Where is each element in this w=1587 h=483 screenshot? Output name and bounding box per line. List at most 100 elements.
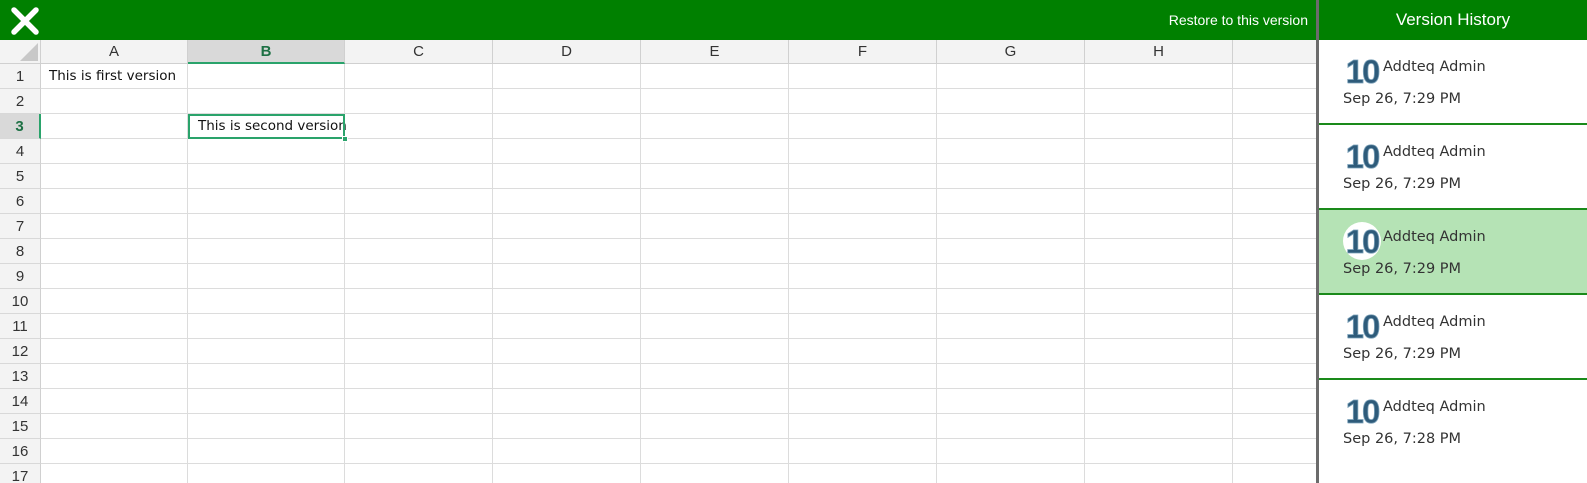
cell-h1[interactable]: [1085, 64, 1233, 89]
row-header-1[interactable]: 1: [0, 64, 41, 89]
cell-c5[interactable]: [345, 164, 493, 189]
column-header-h[interactable]: H: [1085, 40, 1233, 64]
column-header-a[interactable]: A: [41, 40, 188, 64]
cell-f4[interactable]: [789, 139, 937, 164]
cell-a1[interactable]: This is first version: [41, 64, 188, 89]
row-header-11[interactable]: 11: [0, 314, 41, 339]
cell-a7[interactable]: [41, 214, 188, 239]
cell-b15[interactable]: [188, 414, 345, 439]
cell[interactable]: [1233, 314, 1316, 339]
cell[interactable]: [1233, 414, 1316, 439]
cell-a9[interactable]: [41, 264, 188, 289]
cell[interactable]: [1233, 339, 1316, 364]
cell[interactable]: [1233, 64, 1316, 89]
cell-c2[interactable]: [345, 89, 493, 114]
cell-h17[interactable]: [1085, 464, 1233, 483]
cell[interactable]: [1233, 264, 1316, 289]
cell-h3[interactable]: [1085, 114, 1233, 139]
row-header-17[interactable]: 17: [0, 464, 41, 483]
cell-a4[interactable]: [41, 139, 188, 164]
cell-a12[interactable]: [41, 339, 188, 364]
cell-c9[interactable]: [345, 264, 493, 289]
cell-d5[interactable]: [493, 164, 641, 189]
version-item[interactable]: 10 Addteq Admin Sep 26, 7:29 PM: [1319, 125, 1587, 210]
cell-c16[interactable]: [345, 439, 493, 464]
cell-d14[interactable]: [493, 389, 641, 414]
cell-h12[interactable]: [1085, 339, 1233, 364]
row-header-16[interactable]: 16: [0, 439, 41, 464]
cell-b12[interactable]: [188, 339, 345, 364]
cell-b4[interactable]: [188, 139, 345, 164]
cell[interactable]: [1233, 289, 1316, 314]
cell-a11[interactable]: [41, 314, 188, 339]
cell[interactable]: [1233, 114, 1316, 139]
cell-c7[interactable]: [345, 214, 493, 239]
cell-a15[interactable]: [41, 414, 188, 439]
cell-e8[interactable]: [641, 239, 789, 264]
row-header-12[interactable]: 12: [0, 339, 41, 364]
cell-g13[interactable]: [937, 364, 1085, 389]
cell-c6[interactable]: [345, 189, 493, 214]
cell-a13[interactable]: [41, 364, 188, 389]
column-header-f[interactable]: F: [789, 40, 937, 64]
cell[interactable]: [1233, 389, 1316, 414]
cell-h15[interactable]: [1085, 414, 1233, 439]
cell[interactable]: [1233, 464, 1316, 483]
cell-g12[interactable]: [937, 339, 1085, 364]
version-item[interactable]: 10 Addteq Admin Sep 26, 7:29 PM: [1319, 40, 1587, 125]
cell-e4[interactable]: [641, 139, 789, 164]
cell-b9[interactable]: [188, 264, 345, 289]
cell-e15[interactable]: [641, 414, 789, 439]
cell[interactable]: [1233, 89, 1316, 114]
cell-h7[interactable]: [1085, 214, 1233, 239]
row-header-2[interactable]: 2: [0, 89, 41, 114]
cell-d10[interactable]: [493, 289, 641, 314]
cell-g16[interactable]: [937, 439, 1085, 464]
row-header-13[interactable]: 13: [0, 364, 41, 389]
cell-h10[interactable]: [1085, 289, 1233, 314]
cell-b2[interactable]: [188, 89, 345, 114]
cell-g17[interactable]: [937, 464, 1085, 483]
cell-a6[interactable]: [41, 189, 188, 214]
cell-b1[interactable]: [188, 64, 345, 89]
cell-d16[interactable]: [493, 439, 641, 464]
cell-f9[interactable]: [789, 264, 937, 289]
cell[interactable]: [1233, 214, 1316, 239]
cell-h11[interactable]: [1085, 314, 1233, 339]
cell-d8[interactable]: [493, 239, 641, 264]
cell-f15[interactable]: [789, 414, 937, 439]
cell-e2[interactable]: [641, 89, 789, 114]
cell-c12[interactable]: [345, 339, 493, 364]
cell-f1[interactable]: [789, 64, 937, 89]
cell-h9[interactable]: [1085, 264, 1233, 289]
cell-a16[interactable]: [41, 439, 188, 464]
cell-b11[interactable]: [188, 314, 345, 339]
cell-d7[interactable]: [493, 214, 641, 239]
row-header-5[interactable]: 5: [0, 164, 41, 189]
cell-c3[interactable]: [345, 114, 493, 139]
cell-d1[interactable]: [493, 64, 641, 89]
column-header-extra[interactable]: [1233, 40, 1316, 64]
cell-a3[interactable]: [41, 114, 188, 139]
row-header-4[interactable]: 4: [0, 139, 41, 164]
cell-c17[interactable]: [345, 464, 493, 483]
cell-h5[interactable]: [1085, 164, 1233, 189]
cell-d13[interactable]: [493, 364, 641, 389]
cell-f11[interactable]: [789, 314, 937, 339]
cell-b16[interactable]: [188, 439, 345, 464]
cell-e3[interactable]: [641, 114, 789, 139]
cell-f2[interactable]: [789, 89, 937, 114]
cell-e9[interactable]: [641, 264, 789, 289]
cell-e14[interactable]: [641, 389, 789, 414]
cell-d2[interactable]: [493, 89, 641, 114]
select-all-corner[interactable]: [0, 40, 41, 64]
row-header-7[interactable]: 7: [0, 214, 41, 239]
cell-b5[interactable]: [188, 164, 345, 189]
cell-g3[interactable]: [937, 114, 1085, 139]
cell[interactable]: [1233, 139, 1316, 164]
cell-c14[interactable]: [345, 389, 493, 414]
cell-e1[interactable]: [641, 64, 789, 89]
cell-a10[interactable]: [41, 289, 188, 314]
cell-g1[interactable]: [937, 64, 1085, 89]
cell-f12[interactable]: [789, 339, 937, 364]
